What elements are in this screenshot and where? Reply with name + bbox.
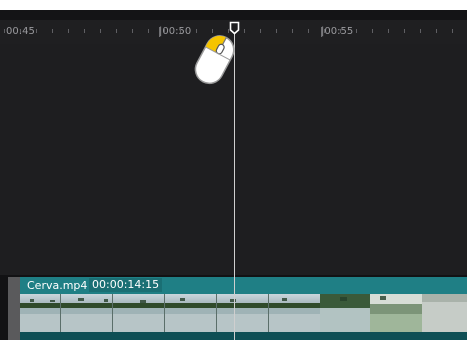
ruler-tick [116, 29, 117, 33]
ruler-tick [4, 29, 5, 33]
mouse-left-click-icon [194, 35, 235, 85]
clip-audio-waveform [20, 332, 467, 340]
window-top-edge [0, 0, 467, 10]
ruler-tick [100, 29, 101, 33]
track-header-edge [8, 277, 20, 340]
ruler-label-0055: |00:55 [321, 26, 354, 37]
ruler-tick [292, 29, 293, 33]
ruler-tick [452, 29, 453, 33]
timeline-editor: 00:45 |00:50 |00:55 Cerva.mp4 00:00:14:1… [0, 0, 467, 346]
ruler-tick [372, 29, 373, 33]
clip-thumbnails [20, 294, 467, 332]
ruler-tick [340, 29, 341, 33]
clip-header: Cerva.mp4 00:00:14:15 [20, 277, 467, 294]
ruler-tick [404, 29, 405, 33]
window-bottom-edge [0, 340, 467, 346]
clip-duration: 00:00:14:15 [89, 278, 163, 292]
ruler-tick [436, 29, 437, 33]
timeline-header-bar [0, 10, 467, 20]
ruler-tick [420, 29, 421, 33]
video-clip[interactable]: Cerva.mp4 00:00:14:15 [20, 277, 467, 340]
ruler-tick [324, 29, 325, 33]
ruler-tick [84, 29, 85, 33]
ruler-tick [52, 29, 53, 33]
ruler-tick [260, 29, 261, 33]
ruler-major-tick [321, 27, 322, 37]
ruler-tick [68, 29, 69, 33]
clip-name: Cerva.mp4 [27, 279, 88, 292]
ruler-tick [132, 29, 133, 33]
ruler-tick [388, 29, 389, 33]
ruler-tick [244, 29, 245, 33]
ruler-tick [148, 29, 149, 33]
ruler-tick [20, 29, 21, 33]
ruler-tick [276, 29, 277, 33]
ruler-tick [36, 29, 37, 33]
ruler-tick [164, 29, 165, 33]
ruler-tick [356, 29, 357, 33]
ruler-major-tick [159, 27, 160, 37]
ruler-tick [308, 29, 309, 33]
ruler-tick [180, 29, 181, 33]
